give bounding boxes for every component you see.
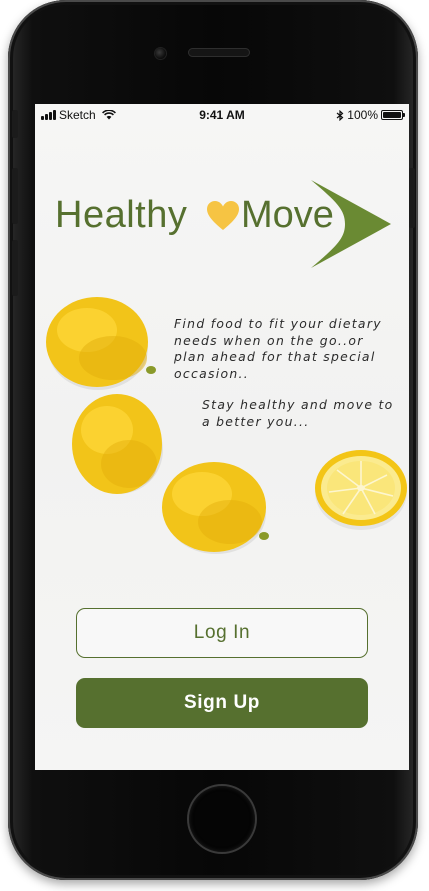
bluetooth-icon xyxy=(336,109,344,121)
phone-frame: Sketch 9:41 AM 100% Healthy Move Find fo… xyxy=(8,0,418,880)
power-button xyxy=(409,168,415,228)
volume-up-button xyxy=(12,168,18,224)
lemon-image xyxy=(46,297,156,390)
app-screen: Sketch 9:41 AM 100% Healthy Move Find fo… xyxy=(35,104,409,770)
battery-icon xyxy=(381,110,405,120)
volume-down-button xyxy=(12,240,18,296)
lemon-slice-image xyxy=(315,450,407,530)
signup-button-label: Sign Up xyxy=(184,692,260,713)
earpiece-speaker xyxy=(188,48,250,57)
lemon-image xyxy=(72,394,163,494)
logo-word-healthy: Healthy xyxy=(55,194,188,236)
front-camera xyxy=(155,48,166,59)
tagline-primary: Find food to fit your dietary needs when… xyxy=(174,316,382,381)
mute-switch xyxy=(12,110,18,138)
battery-percentage: 100% xyxy=(347,108,378,122)
home-button[interactable] xyxy=(189,786,255,852)
battery-fill xyxy=(383,112,401,118)
status-bar: Sketch 9:41 AM 100% xyxy=(35,104,409,126)
tagline-secondary: Stay healthy and move to a better you... xyxy=(202,397,394,429)
login-button-label: Log In xyxy=(193,622,251,643)
lemon-image xyxy=(162,462,269,554)
chevron-arrow-icon xyxy=(311,180,391,268)
signup-button[interactable]: Sign Up xyxy=(76,678,368,728)
login-button[interactable]: Log In xyxy=(76,608,368,658)
heart-icon xyxy=(207,201,239,230)
